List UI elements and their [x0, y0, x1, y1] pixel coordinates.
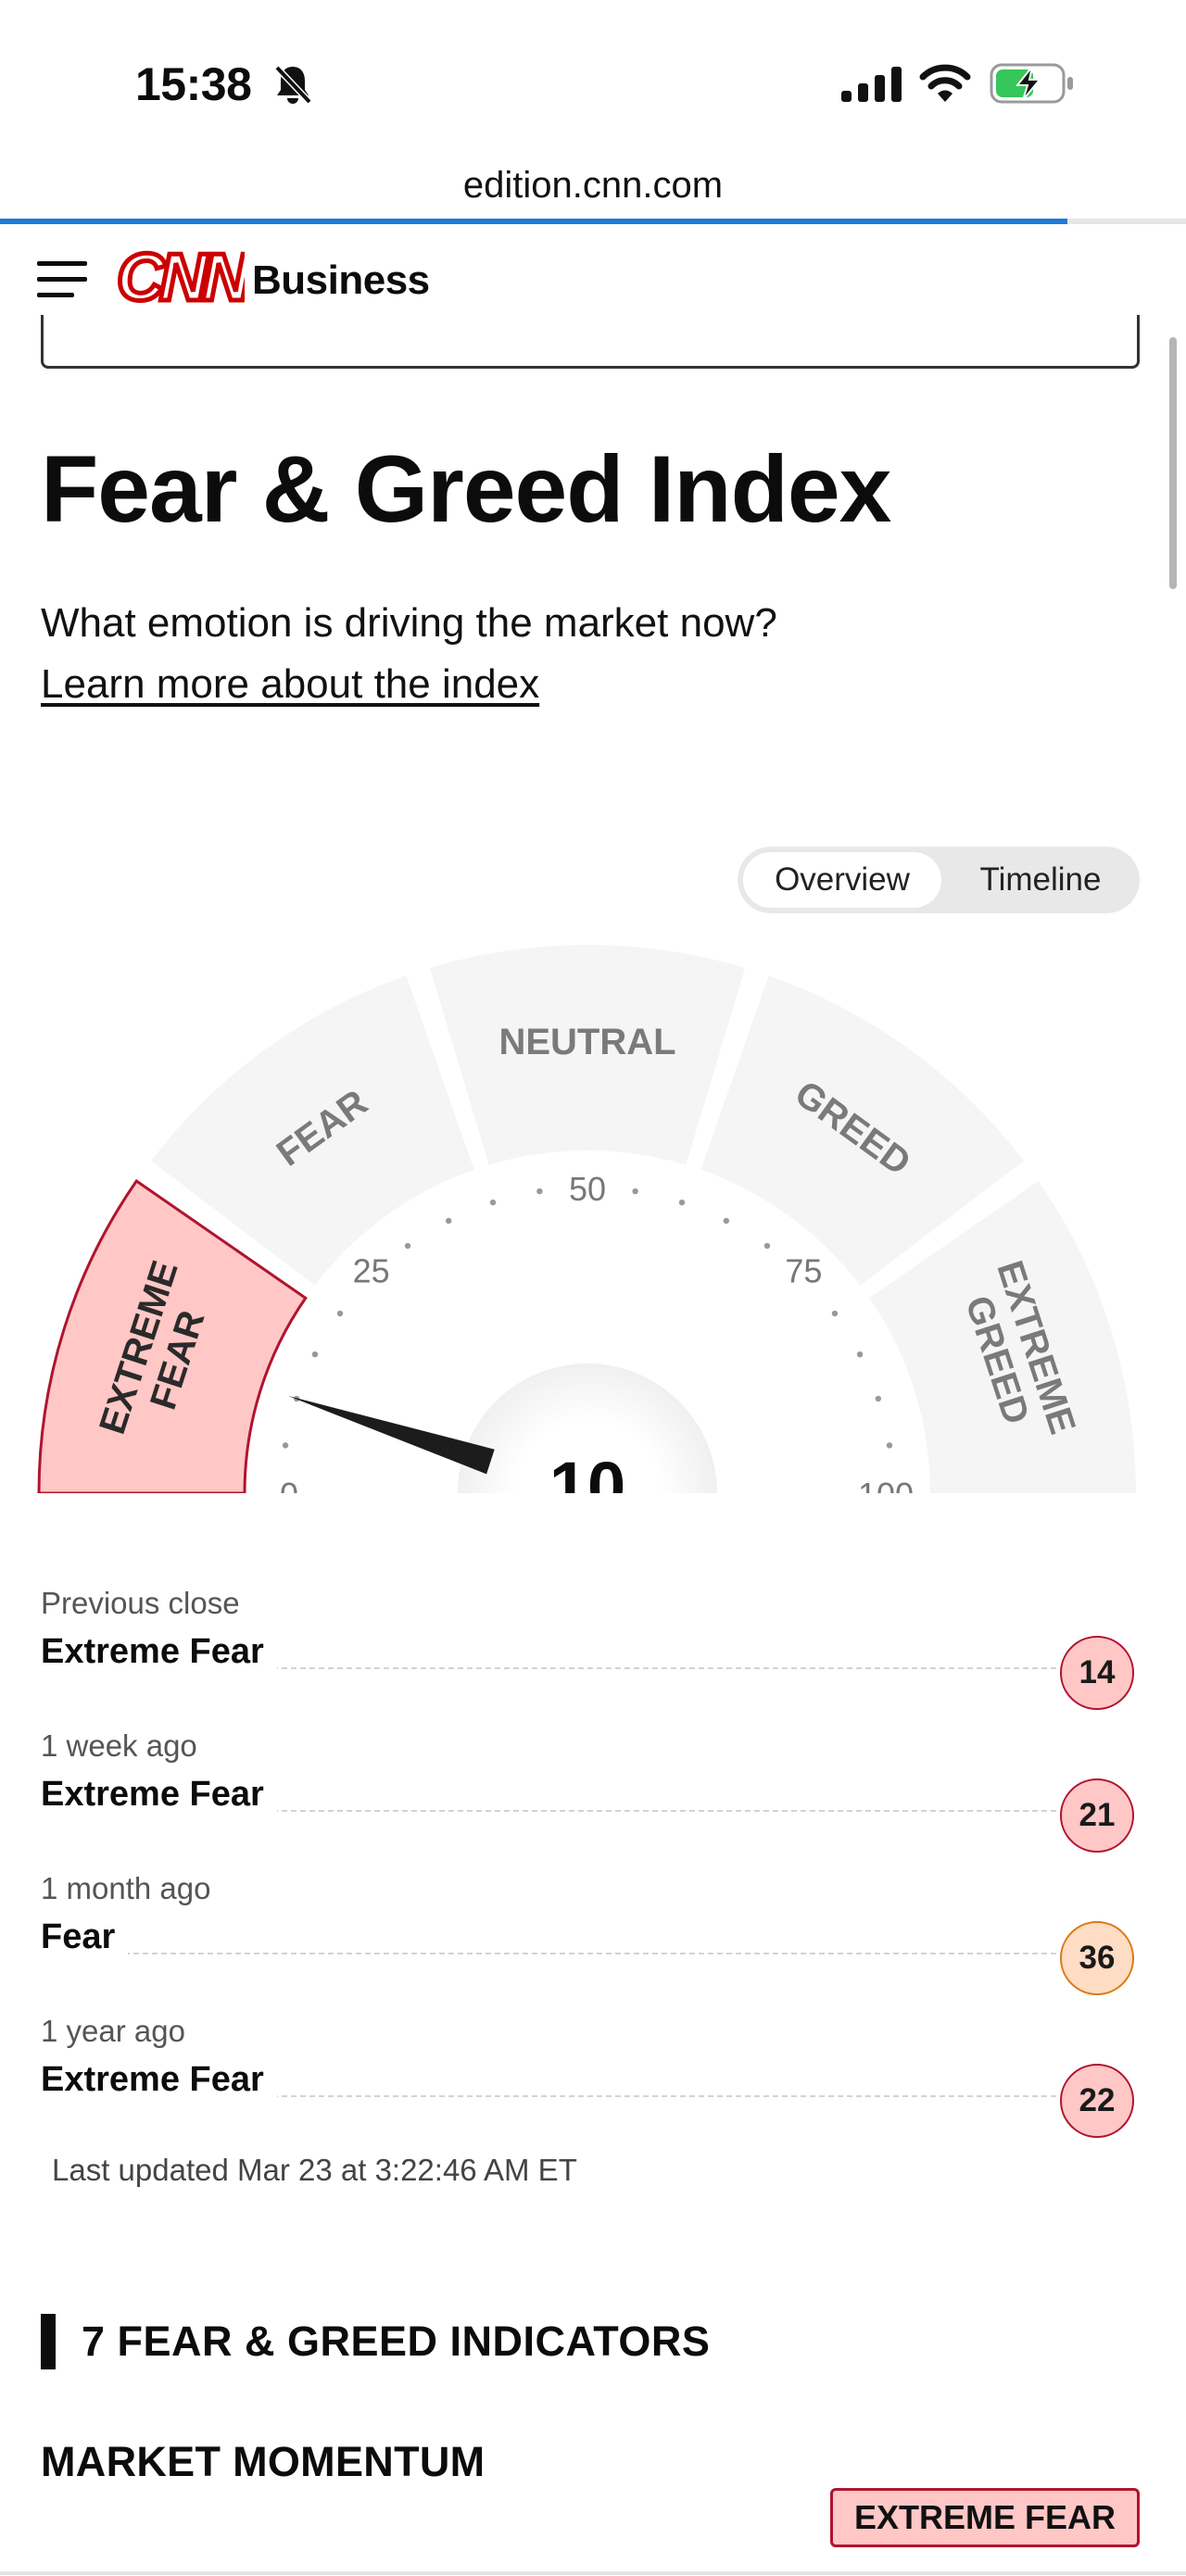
- history-value-badge: 21: [1060, 1778, 1134, 1853]
- section-divider: [0, 2571, 1186, 2575]
- gauge-dot: [445, 1217, 452, 1225]
- history-period: 1 year ago: [41, 2014, 185, 2048]
- fear-greed-gauge: EXTREMEFEARFEARNEUTRALGREEDEXTREMEGREED …: [0, 945, 1186, 1510]
- wifi-icon: [919, 64, 971, 102]
- gauge-needle: [287, 1395, 495, 1475]
- history-list: Previous close Extreme Fear 14 1 week ag…: [41, 1575, 1140, 2145]
- indicator-rating-badge: EXTREME FEAR: [830, 2488, 1140, 2547]
- gauge-tick-label: 25: [353, 1252, 390, 1290]
- section-title[interactable]: Business: [252, 258, 430, 304]
- learn-more-link[interactable]: Learn more about the index: [41, 661, 539, 708]
- battery-charging-icon: [990, 63, 1073, 104]
- page-scrollbar[interactable]: [1169, 337, 1177, 589]
- gauge-tick-label: 50: [569, 1170, 606, 1208]
- heading-accent-bar: [41, 2314, 56, 2369]
- page-title: Fear & Greed Index: [41, 436, 891, 542]
- history-value-badge: 22: [1060, 2064, 1134, 2138]
- indicator-name: MARKET MOMENTUM: [41, 2438, 486, 2485]
- history-value-badge: 14: [1060, 1636, 1134, 1710]
- page-load-progress-fill: [0, 219, 1067, 224]
- gauge-dot: [886, 1442, 893, 1449]
- gauge-tick-label: 75: [785, 1252, 822, 1290]
- last-updated: Last updated Mar 23 at 3:22:46 AM ET: [52, 2153, 577, 2187]
- history-row: 1 month ago Fear 36: [41, 1860, 1140, 2003]
- gauge-dot: [632, 1187, 638, 1195]
- gauge-dot: [723, 1217, 730, 1225]
- gauge-dot: [404, 1242, 411, 1250]
- gauge-dot: [489, 1199, 497, 1206]
- content-box-edge: [41, 315, 1140, 369]
- history-period: 1 week ago: [41, 1728, 197, 1763]
- gauge-dot: [336, 1310, 344, 1317]
- history-rating: Extreme Fear: [41, 1775, 277, 1815]
- history-row: 1 week ago Extreme Fear 21: [41, 1717, 1140, 1860]
- svg-text:CNN: CNN: [117, 246, 245, 308]
- cnn-logo[interactable]: CNN: [115, 246, 245, 308]
- indicators-title: 7 FEAR & GREED INDICATORS: [82, 2318, 711, 2365]
- gauge-dot: [282, 1442, 289, 1449]
- page-load-progress: [0, 219, 1186, 224]
- gauge-dot: [856, 1351, 864, 1358]
- bell-muted-icon: [274, 65, 312, 105]
- hamburger-menu-icon[interactable]: [37, 259, 87, 298]
- history-period: Previous close: [41, 1586, 240, 1620]
- gauge-dot: [536, 1187, 543, 1195]
- view-toggle: Overview Timeline: [738, 847, 1140, 913]
- toggle-overview[interactable]: Overview: [743, 852, 941, 908]
- history-rating: Fear: [41, 1917, 129, 1957]
- gauge-dot: [875, 1395, 882, 1402]
- gauge-dot: [311, 1351, 319, 1358]
- page-subtitle: What emotion is driving the market now?: [41, 600, 777, 646]
- history-row: Previous close Extreme Fear 14: [41, 1575, 1140, 1717]
- history-row: 1 year ago Extreme Fear 22: [41, 2003, 1140, 2145]
- history-period: 1 month ago: [41, 1871, 211, 1905]
- signal-icon: [841, 67, 902, 102]
- history-rating: Extreme Fear: [41, 2060, 277, 2100]
- status-time: 15:38: [135, 58, 252, 110]
- history-value-badge: 36: [1060, 1921, 1134, 1995]
- history-rating: Extreme Fear: [41, 1632, 277, 1672]
- gauge-segment-label: NEUTRAL: [498, 1022, 675, 1062]
- url-bar[interactable]: edition.cnn.com: [0, 165, 1186, 207]
- status-bar: 15:38 edition.cnn.com: [0, 0, 1186, 206]
- toggle-timeline[interactable]: Timeline: [947, 852, 1134, 908]
- gauge-dot: [678, 1199, 686, 1206]
- leader-dots: [41, 1953, 1084, 1954]
- gauge-dot: [831, 1310, 839, 1317]
- gauge-dot: [763, 1242, 771, 1250]
